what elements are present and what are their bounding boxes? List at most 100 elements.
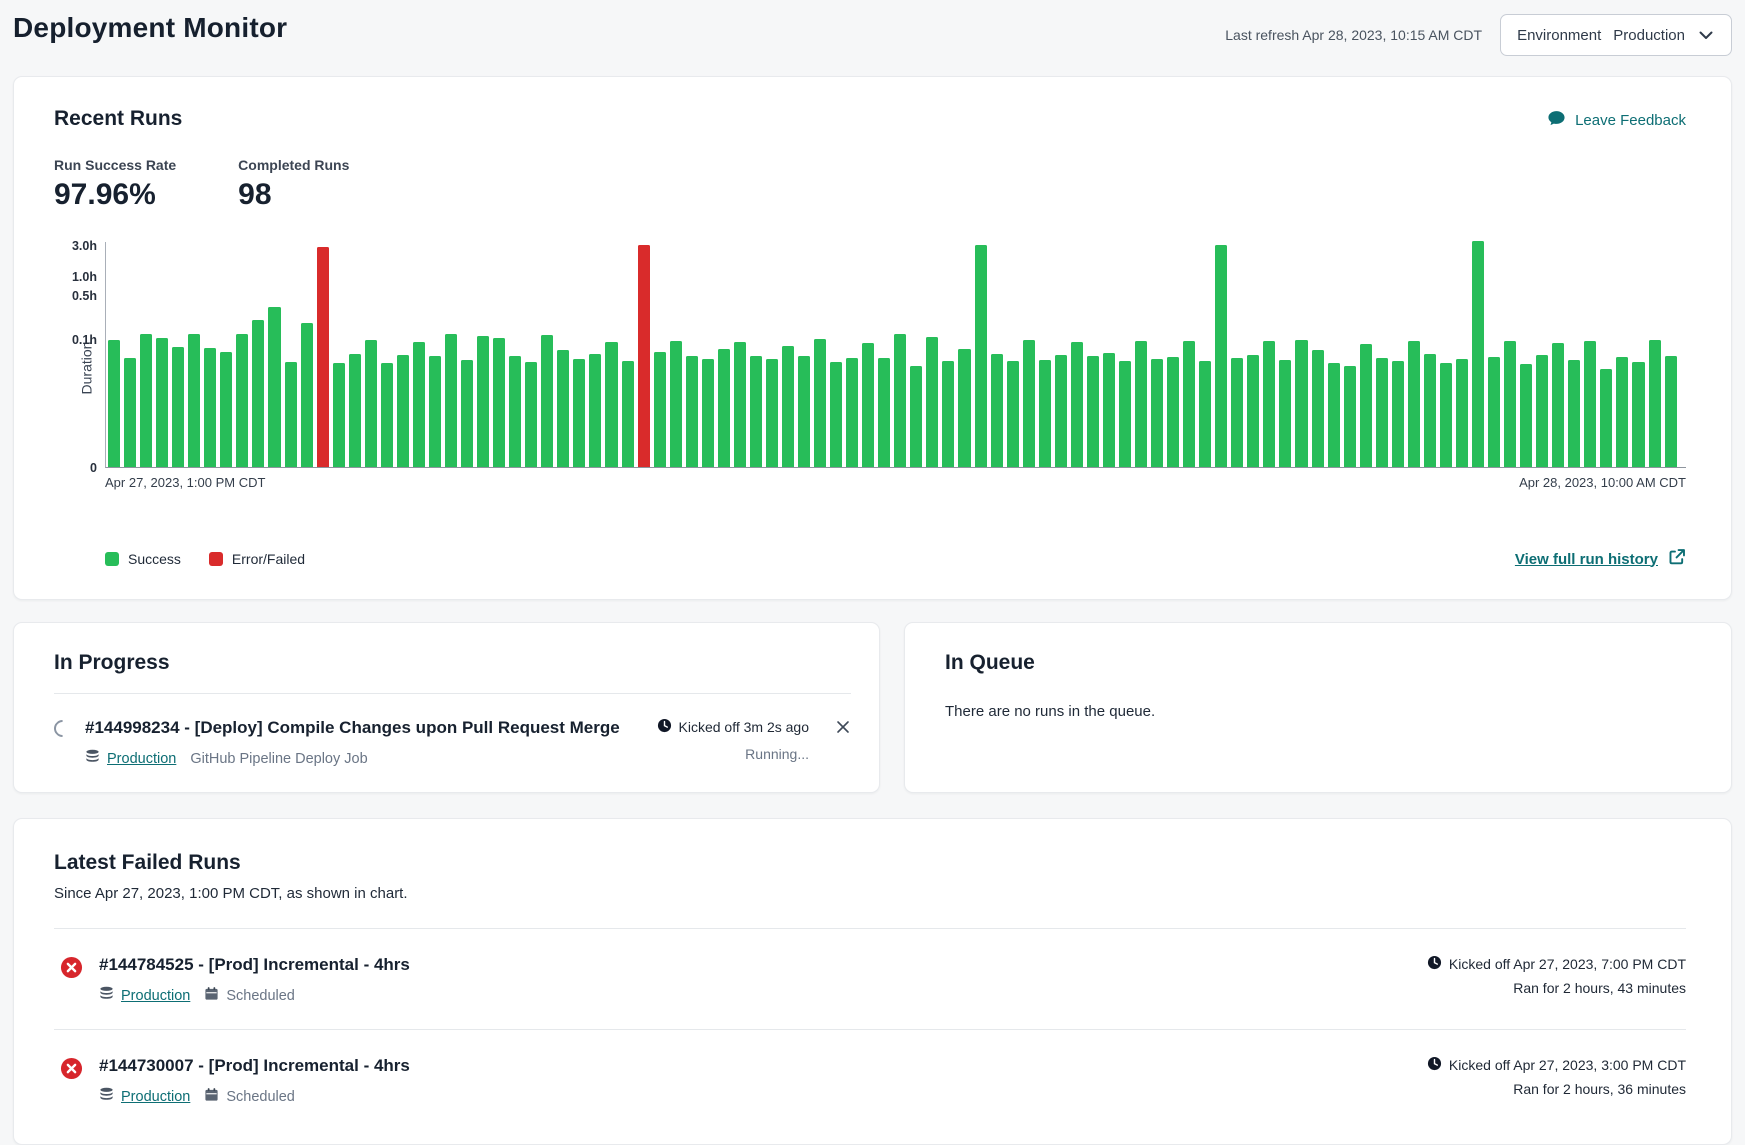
chart-bar-success bbox=[301, 323, 313, 467]
run-right: Kicked off Apr 27, 2023, 7:00 PM CDT Ran… bbox=[1427, 955, 1686, 996]
chart-bar-success bbox=[605, 342, 617, 467]
in-progress-card: In Progress #144998234 - [Deploy] Compil… bbox=[13, 622, 880, 793]
recent-runs-title: Recent Runs bbox=[54, 107, 1686, 131]
database-icon bbox=[99, 986, 114, 1005]
ran-for-text: Ran for 2 hours, 36 minutes bbox=[1513, 1081, 1686, 1097]
chart-bar-success bbox=[1472, 241, 1484, 467]
y-axis-tick-label: 0 bbox=[90, 461, 97, 475]
chart-bar-success bbox=[702, 359, 714, 467]
kicked-off: Kicked off Apr 27, 2023, 3:00 PM CDT bbox=[1427, 1056, 1686, 1074]
chart-bar-success bbox=[1103, 353, 1115, 467]
environment-dropdown[interactable]: Environment Production bbox=[1500, 14, 1732, 56]
chart-bar-success bbox=[204, 348, 216, 467]
environment-dropdown-label: Environment bbox=[1517, 27, 1601, 44]
legend-swatch bbox=[209, 552, 223, 566]
chart-bar-success bbox=[220, 352, 232, 467]
chart-bar-success bbox=[397, 355, 409, 467]
recent-runs-card: Recent Runs Leave Feedback Run Success R… bbox=[13, 76, 1732, 600]
chart-bar-success bbox=[1087, 356, 1099, 467]
view-full-run-history-link[interactable]: View full run history bbox=[1515, 548, 1686, 570]
chart-bar-success bbox=[1279, 360, 1291, 467]
spinner-icon bbox=[50, 716, 74, 740]
close-icon[interactable] bbox=[835, 719, 851, 768]
calendar-icon bbox=[204, 986, 219, 1005]
chart-bar-success bbox=[1328, 363, 1340, 467]
failed-run-row: #144784525 - [Prod] Incremental - 4hrs P… bbox=[54, 929, 1686, 1029]
x-axis-end-label: Apr 28, 2023, 10:00 AM CDT bbox=[1519, 475, 1686, 490]
chart-bar-success bbox=[1456, 359, 1468, 467]
schedule-tag: Scheduled bbox=[204, 986, 295, 1005]
chart-bar-success bbox=[958, 349, 970, 467]
environment-tag: Production bbox=[99, 986, 190, 1005]
database-icon bbox=[85, 749, 100, 768]
calendar-icon bbox=[204, 1087, 219, 1106]
chart-bar-success bbox=[1312, 350, 1324, 467]
production-link[interactable]: Production bbox=[121, 988, 190, 1004]
chart-bar-success bbox=[1408, 341, 1420, 467]
run-title: #144730007 - [Prod] Incremental - 4hrs bbox=[99, 1056, 1427, 1076]
chart-bar-success bbox=[1263, 341, 1275, 467]
chart-bar-success bbox=[1295, 340, 1307, 467]
chart-bar-success bbox=[1424, 354, 1436, 467]
error-circle-icon bbox=[60, 1057, 83, 1080]
clock-icon bbox=[657, 718, 672, 736]
error-circle-icon bbox=[60, 956, 83, 979]
clock-icon bbox=[1427, 1056, 1442, 1074]
job-name: GitHub Pipeline Deploy Job bbox=[190, 751, 367, 767]
chart-bar-success bbox=[108, 340, 120, 467]
chart-bar-success bbox=[236, 334, 248, 467]
chart-bar-success bbox=[1231, 358, 1243, 467]
divider bbox=[54, 693, 851, 694]
chart-bar-success bbox=[349, 354, 361, 467]
last-refresh-text: Last refresh Apr 28, 2023, 10:15 AM CDT bbox=[1225, 27, 1482, 43]
chart-bar-success bbox=[862, 343, 874, 467]
production-link[interactable]: Production bbox=[107, 751, 176, 767]
in-queue-card: In Queue There are no runs in the queue. bbox=[904, 622, 1732, 793]
chart-bar-error bbox=[638, 245, 650, 467]
chart-bar-success bbox=[1360, 344, 1372, 467]
chart-bar-success bbox=[268, 307, 280, 467]
chart-bar-success bbox=[1135, 341, 1147, 467]
chart-bar-success bbox=[670, 341, 682, 467]
chart-bar-success bbox=[1071, 342, 1083, 467]
chart-bar-success bbox=[1568, 360, 1580, 467]
production-link[interactable]: Production bbox=[121, 1089, 190, 1105]
chart-bar-success bbox=[1215, 245, 1227, 467]
chart-bar-success bbox=[878, 358, 890, 467]
chart-bar-success bbox=[1504, 341, 1516, 467]
chart-bar-success bbox=[830, 362, 842, 467]
chart-bar-success bbox=[445, 334, 457, 467]
leave-feedback-label: Leave Feedback bbox=[1575, 112, 1686, 129]
chart-bar-success bbox=[1167, 357, 1179, 467]
x-axis-start-label: Apr 27, 2023, 1:00 PM CDT bbox=[105, 475, 265, 490]
chart-plot: 3.0h1.0h0.5h0.1h0 bbox=[105, 242, 1686, 468]
latest-failed-runs-title: Latest Failed Runs bbox=[54, 851, 1686, 875]
failed-run-row: #144730007 - [Prod] Incremental - 4hrs P… bbox=[54, 1029, 1686, 1130]
chart-bar-success bbox=[1119, 361, 1131, 467]
chart-bar-success bbox=[461, 360, 473, 467]
schedule-label: Scheduled bbox=[226, 1089, 295, 1105]
chart-bar-success bbox=[252, 320, 264, 467]
chart-bar-success bbox=[1007, 361, 1019, 467]
view-full-run-history-label: View full run history bbox=[1515, 551, 1658, 568]
chart-legend: SuccessError/Failed bbox=[105, 551, 305, 567]
chart-bar-success bbox=[846, 358, 858, 467]
queue-empty-text: There are no runs in the queue. bbox=[945, 703, 1703, 720]
x-axis-labels: Apr 27, 2023, 1:00 PM CDT Apr 28, 2023, … bbox=[105, 475, 1686, 490]
chart-bar-success bbox=[814, 339, 826, 467]
chart-bar-success bbox=[1616, 357, 1628, 467]
chart-bar-success bbox=[365, 340, 377, 467]
chart-bar-success bbox=[1199, 361, 1211, 467]
chart-bar-success bbox=[1039, 360, 1051, 467]
chart-bar-success bbox=[894, 334, 906, 467]
chart-bar-success bbox=[1392, 361, 1404, 467]
leave-feedback-link[interactable]: Leave Feedback bbox=[1547, 109, 1686, 132]
external-link-icon bbox=[1668, 548, 1686, 570]
chart-bar-success bbox=[1552, 343, 1564, 467]
stats-row: Run Success Rate 97.96% Completed Runs 9… bbox=[54, 157, 1686, 212]
run-main: #144998234 - [Deploy] Compile Changes up… bbox=[85, 718, 639, 768]
ran-for-text: Ran for 2 hours, 43 minutes bbox=[1513, 980, 1686, 996]
chart-bar-success bbox=[1649, 340, 1661, 467]
run-meta: Production Scheduled bbox=[99, 1087, 1427, 1106]
environment-tag: Production bbox=[99, 1087, 190, 1106]
